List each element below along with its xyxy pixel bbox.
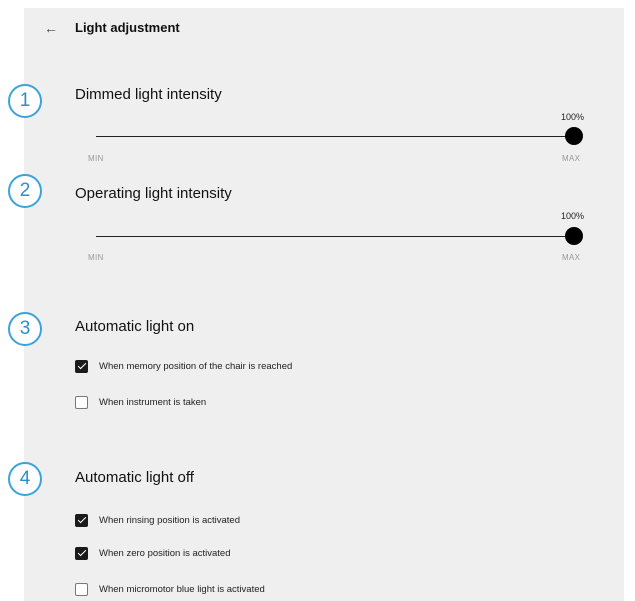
- step-badge-2: 2: [8, 174, 42, 208]
- slider-max-label: MAX: [562, 154, 581, 163]
- operating-intensity-slider-track[interactable]: [96, 236, 574, 237]
- auto-off-option-zero-position[interactable]: When zero position is activated: [75, 545, 230, 561]
- checkbox-label: When micromotor blue light is activated: [99, 583, 265, 595]
- checkbox[interactable]: [75, 546, 88, 560]
- operating-intensity-value: 100%: [560, 211, 584, 221]
- slider-min-label: MIN: [88, 253, 104, 262]
- auto-on-option-memory-position[interactable]: When memory position of the chair is rea…: [75, 358, 292, 374]
- step-badge-3: 3: [8, 312, 42, 346]
- checkbox-label: When memory position of the chair is rea…: [99, 360, 293, 372]
- checkbox-label: When zero position is activated: [99, 547, 231, 559]
- checkbox[interactable]: [75, 395, 88, 409]
- auto-off-option-rinsing-position[interactable]: When rinsing position is activated: [75, 512, 240, 528]
- checkbox[interactable]: [75, 513, 88, 527]
- auto-off-option-micromotor-blue-light[interactable]: When micromotor blue light is activated: [75, 581, 265, 597]
- checkbox[interactable]: [75, 582, 88, 596]
- step-badge-4: 4: [8, 462, 42, 496]
- page-title: Light adjustment: [75, 20, 180, 35]
- dimmed-intensity-slider-track[interactable]: [96, 136, 574, 137]
- section-title-dimmed: Dimmed light intensity: [75, 86, 222, 103]
- checkbox-label: When instrument is taken: [99, 396, 207, 408]
- step-badge-1: 1: [8, 84, 42, 118]
- slider-max-label: MAX: [562, 253, 581, 262]
- dimmed-intensity-value: 100%: [560, 112, 584, 122]
- section-title-auto-on: Automatic light on: [75, 318, 195, 335]
- section-title-auto-off: Automatic light off: [75, 469, 194, 486]
- operating-intensity-slider-thumb[interactable]: [565, 227, 583, 245]
- auto-on-option-instrument-taken[interactable]: When instrument is taken: [75, 394, 206, 410]
- checkbox[interactable]: [75, 359, 88, 373]
- section-title-operating: Operating light intensity: [75, 185, 232, 202]
- slider-min-label: MIN: [88, 154, 104, 163]
- dimmed-intensity-slider-thumb[interactable]: [565, 127, 583, 145]
- back-arrow-icon[interactable]: ←: [44, 20, 58, 36]
- checkbox-label: When rinsing position is activated: [99, 514, 240, 526]
